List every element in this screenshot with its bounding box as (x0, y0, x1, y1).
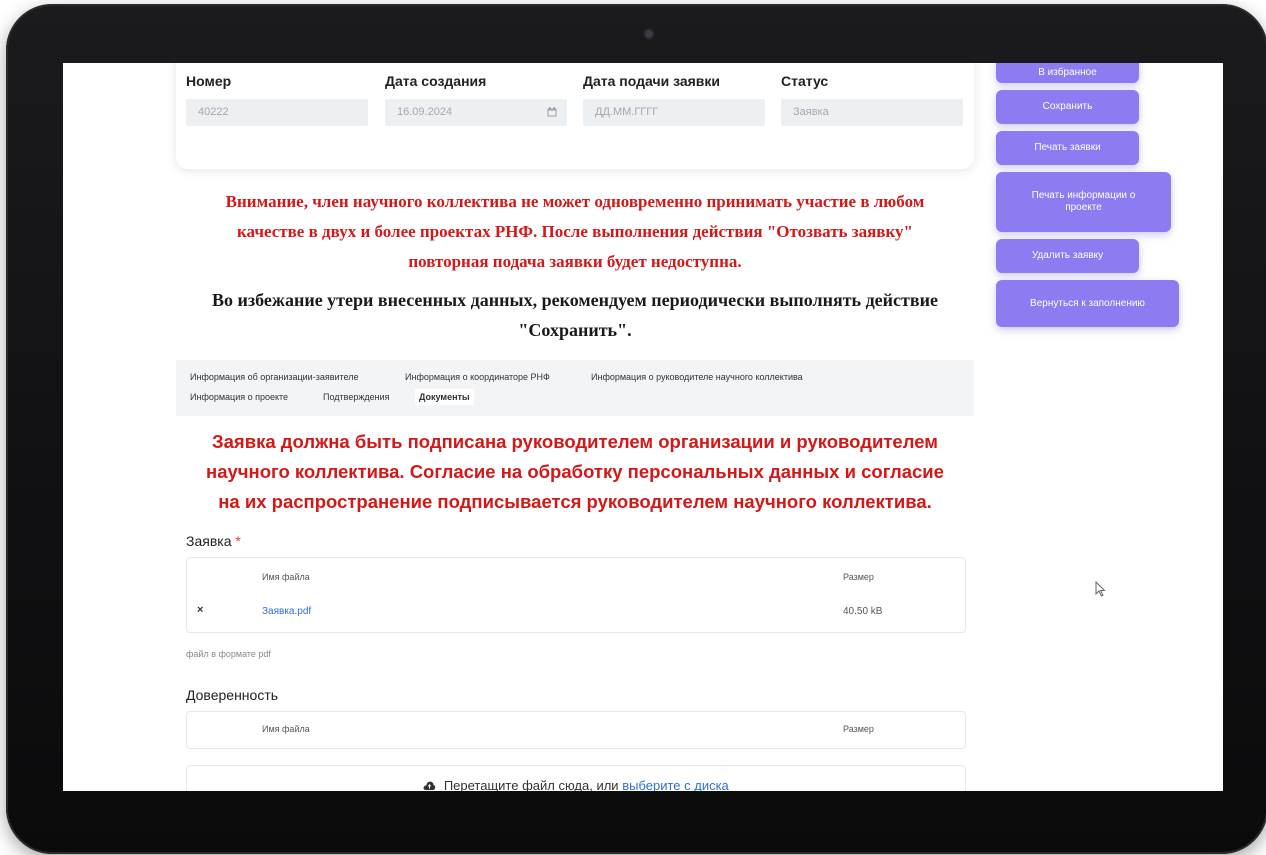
created-date-label: Дата создания (385, 73, 487, 89)
application-file-size: 40.50 kB (843, 606, 883, 617)
status-label: Статус (781, 73, 829, 89)
tab-project[interactable]: Информация о проекте (186, 389, 292, 405)
status-field-group: Статус Заявка (781, 73, 963, 126)
tab-documents[interactable]: Документы (415, 389, 474, 405)
submit-date-label: Дата подачи заявки (583, 73, 721, 89)
calendar-icon[interactable] (547, 107, 557, 117)
warning-line: повторная подача заявки будет недоступна… (408, 252, 742, 271)
tab-team-lead[interactable]: Информация о руководителе научного колле… (587, 369, 807, 385)
required-marker: * (235, 533, 241, 549)
column-header-name: Имя файла (262, 724, 310, 734)
application-file-table: Имя файла Размер × Заявка.pdf 40.50 kB (186, 557, 966, 633)
camera-icon (645, 30, 653, 38)
favorite-button[interactable]: В избранное (996, 63, 1139, 83)
warning-line: Внимание, член научного коллектива не мо… (225, 192, 925, 211)
signing-notice: Заявка должна быть подписана руководител… (176, 427, 974, 517)
attorney-file-table: Имя файла Размер (186, 711, 966, 749)
submit-date-input[interactable]: ДД.ММ.ГГГГ (583, 99, 765, 126)
notice-line: на их распространение подписывается руко… (218, 491, 932, 512)
app-screen: Номер 40222 Дата создания 16.09.2024 Дат… (63, 63, 1223, 791)
tab-coordinator[interactable]: Информация о координаторе РНФ (401, 369, 554, 385)
file-drop-zone[interactable]: Перетащите файл сюда, или выберите с дис… (186, 765, 966, 791)
tab-organization[interactable]: Информация об организации-заявителе (186, 369, 363, 385)
return-to-editing-button[interactable]: Вернуться к заполнению (996, 280, 1179, 327)
print-application-button[interactable]: Печать заявки (996, 131, 1139, 165)
delete-application-button[interactable]: Удалить заявку (996, 239, 1139, 273)
number-field-group: Номер 40222 (186, 73, 368, 126)
cloud-upload-icon (423, 781, 436, 790)
attorney-section-title: Доверенность (186, 687, 279, 703)
reminder-line: "Сохранить". (518, 320, 632, 340)
application-title-text: Заявка (186, 533, 232, 549)
favorite-button-label: В избранное (1038, 67, 1097, 78)
column-header-size: Размер (843, 572, 874, 582)
reminder-line: Во избежание утери внесенных данных, рек… (212, 290, 938, 310)
drop-zone-label: Перетащите файл сюда, или (443, 778, 619, 791)
number-input[interactable]: 40222 (186, 99, 368, 126)
created-date-input[interactable]: 16.09.2024 (385, 99, 567, 126)
mouse-cursor-icon (1095, 581, 1106, 597)
notice-line: Заявка должна быть подписана руководител… (212, 431, 938, 452)
status-input[interactable]: Заявка (781, 99, 963, 126)
section-tabs: Информация об организации-заявителе Инфо… (176, 360, 974, 416)
column-header-size: Размер (843, 724, 874, 734)
number-label: Номер (186, 73, 232, 89)
submit-date-field-group: Дата подачи заявки ДД.ММ.ГГГГ (583, 73, 765, 126)
save-button[interactable]: Сохранить (996, 90, 1139, 124)
column-header-name: Имя файла (262, 572, 310, 582)
drop-zone-text: Перетащите файл сюда, или выберите с дис… (187, 778, 965, 791)
warning-line: качестве в двух и более проектах РНФ. По… (237, 222, 913, 241)
membership-warning: Внимание, член научного коллектива не мо… (176, 187, 974, 277)
created-date-value: 16.09.2024 (397, 106, 453, 118)
file-format-hint: файл в формате pdf (186, 649, 271, 659)
print-project-info-button[interactable]: Печать информации о проекте (996, 172, 1171, 232)
remove-file-icon[interactable]: × (197, 604, 203, 616)
choose-from-disk-link[interactable]: выберите с диска (622, 778, 729, 791)
application-info-card: Номер 40222 Дата создания 16.09.2024 Дат… (176, 63, 974, 169)
application-section-title: Заявка * (186, 533, 241, 549)
notice-line: научного коллектива. Согласие на обработ… (206, 461, 944, 482)
save-reminder: Во избежание утери внесенных данных, рек… (176, 285, 974, 345)
created-date-field-group: Дата создания 16.09.2024 (385, 73, 567, 126)
application-file-link[interactable]: Заявка.pdf (262, 606, 311, 617)
tab-confirmations[interactable]: Подтверждения (319, 389, 394, 405)
